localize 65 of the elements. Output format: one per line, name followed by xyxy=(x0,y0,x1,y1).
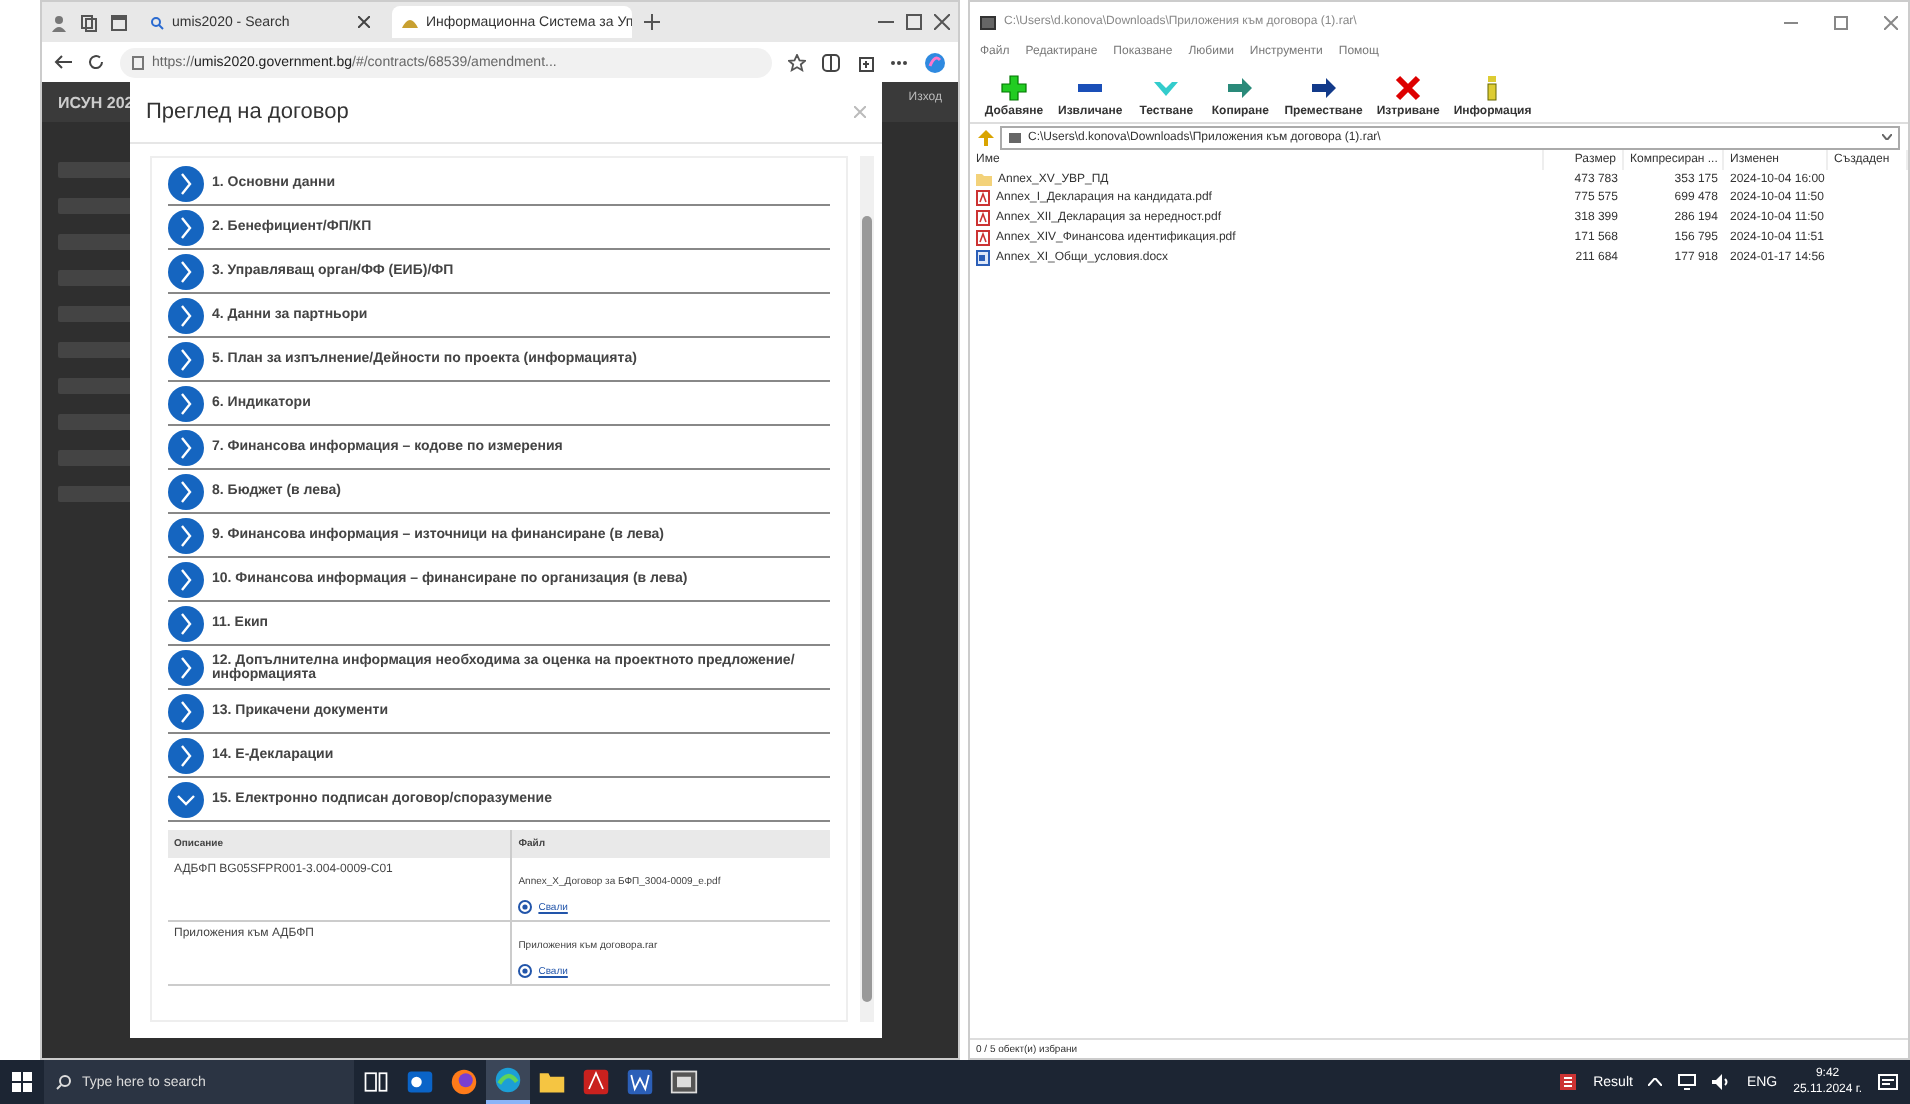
notifications-icon[interactable] xyxy=(1878,1073,1898,1091)
workspaces-icon[interactable] xyxy=(80,13,98,31)
pdf-icon xyxy=(976,190,990,206)
mail-app-icon xyxy=(406,1068,434,1096)
search-icon xyxy=(56,1074,72,1090)
arrow-icon xyxy=(1226,74,1255,102)
chevron-icon xyxy=(168,561,204,597)
news-icon[interactable] xyxy=(1557,1072,1578,1092)
cross-icon xyxy=(1394,74,1423,102)
chevron-icon xyxy=(168,341,204,377)
star-icon[interactable] xyxy=(788,53,806,71)
chevron-icon xyxy=(168,297,204,333)
folder-icon xyxy=(538,1068,566,1096)
plus-icon xyxy=(1000,74,1028,102)
scrollbar[interactable] xyxy=(860,156,874,1022)
chevron-icon xyxy=(168,693,204,729)
browser-icon xyxy=(494,1066,522,1094)
archive-app-icon xyxy=(670,1068,698,1096)
pdf-icon xyxy=(976,210,990,226)
back-arrow-icon[interactable] xyxy=(54,54,72,70)
maximize-icon[interactable] xyxy=(906,14,922,30)
arrow-icon xyxy=(1309,74,1338,102)
close-icon[interactable] xyxy=(934,14,950,30)
chevron-icon xyxy=(168,209,204,245)
fox-globe-icon xyxy=(450,1068,478,1096)
download-icon xyxy=(518,900,533,914)
maximize-icon[interactable] xyxy=(1834,15,1848,29)
folder-icon xyxy=(976,172,992,186)
search-icon xyxy=(150,15,164,29)
page-info-icon xyxy=(132,55,144,69)
chevron-icon xyxy=(168,253,204,289)
chevron-icon xyxy=(168,429,204,465)
close-tab-icon[interactable] xyxy=(358,16,370,28)
speaker-icon[interactable] xyxy=(1712,1074,1731,1090)
pdf-icon xyxy=(976,230,990,246)
dialog-title: Преглед на договор xyxy=(146,100,349,124)
chevron-icon xyxy=(168,649,204,685)
profile-icon[interactable] xyxy=(50,13,68,31)
close-icon[interactable] xyxy=(1884,15,1898,29)
copilot-icon[interactable] xyxy=(924,51,946,73)
chevron-icon xyxy=(168,737,204,773)
collections-icon[interactable] xyxy=(856,53,874,71)
document-icon xyxy=(976,250,990,266)
chevron-icon xyxy=(168,781,204,817)
document-app-icon xyxy=(626,1068,654,1096)
refresh-icon[interactable] xyxy=(88,54,104,70)
chevron-icon xyxy=(168,517,204,553)
split-screen-icon[interactable] xyxy=(822,53,840,71)
archive-icon xyxy=(980,15,996,29)
tab-actions-icon[interactable] xyxy=(110,13,128,31)
new-tab-icon[interactable] xyxy=(644,14,660,30)
chevron-icon xyxy=(168,385,204,421)
pdf-app-icon xyxy=(582,1068,610,1096)
chevron-icon xyxy=(168,165,204,201)
chevron-icon xyxy=(168,473,204,509)
chevron-icon xyxy=(168,605,204,641)
dropdown-caret-icon xyxy=(1882,134,1892,140)
task-view-icon xyxy=(362,1068,390,1096)
windows-logo-icon xyxy=(12,1072,32,1092)
more-icon[interactable] xyxy=(890,59,908,65)
chevron-up-icon[interactable] xyxy=(1648,1078,1663,1086)
download-icon xyxy=(518,964,533,978)
archive-icon xyxy=(1008,131,1022,143)
network-icon[interactable] xyxy=(1678,1074,1697,1090)
coat-of-arms-icon xyxy=(402,15,418,29)
